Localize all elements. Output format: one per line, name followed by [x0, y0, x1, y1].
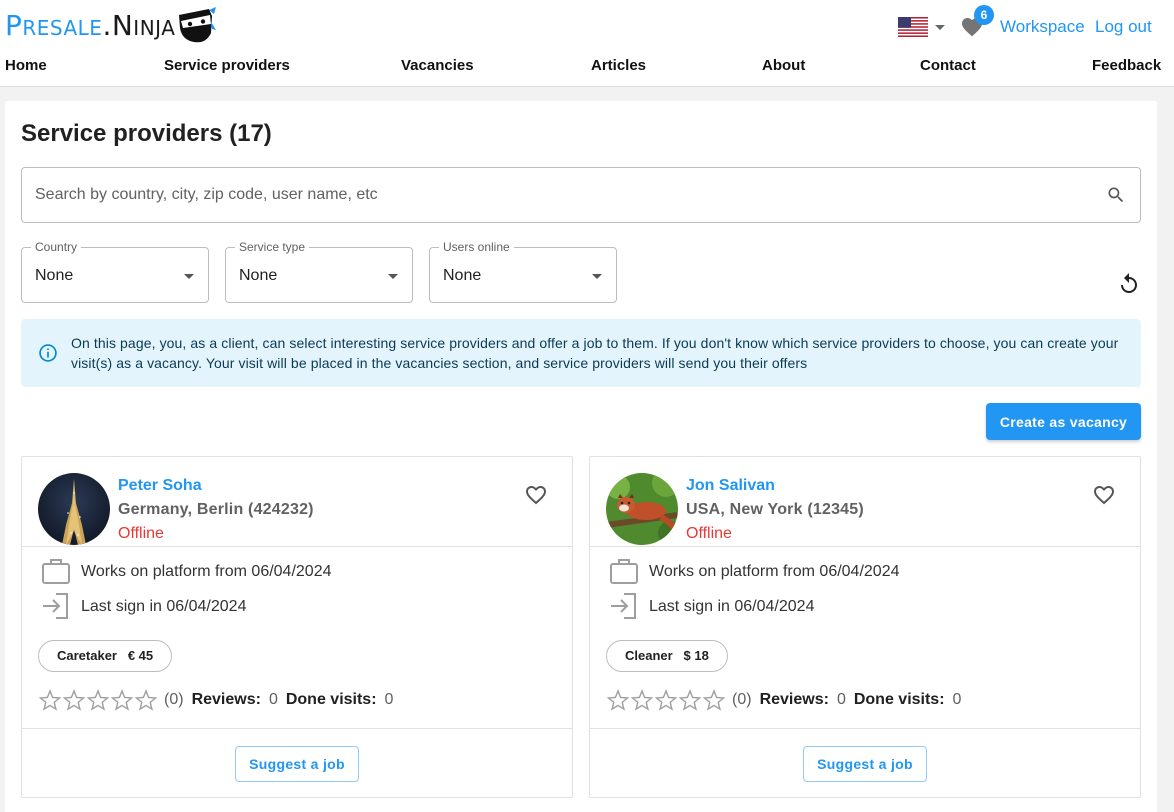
divider	[22, 546, 572, 547]
country-select-value: None	[35, 267, 74, 284]
suggest-job-button[interactable]: Suggest a job	[235, 746, 359, 782]
star-outline-icon	[678, 689, 702, 711]
star-outline-icon	[702, 689, 726, 711]
logout-link[interactable]: Log out	[1095, 17, 1152, 37]
star-outline-icon	[62, 689, 86, 711]
rating-row: (0) Reviews: 0 Done visits: 0	[38, 688, 393, 712]
last-sign-in-text: Last sign in 06/04/2024	[81, 598, 247, 615]
favorite-heart-icon[interactable]	[1092, 483, 1116, 507]
workspace-link[interactable]: Workspace	[1000, 17, 1085, 37]
country-select-label: Country	[31, 240, 82, 254]
favorite-heart-icon[interactable]	[524, 483, 548, 507]
reviews-label: Reviews:	[191, 691, 261, 708]
done-visits-count: 0	[384, 691, 394, 708]
provider-card: Jon Salivan USA, New York (12345) Offlin…	[589, 456, 1141, 798]
service-chip: Caretaker € 45	[38, 640, 173, 672]
info-text: On this page, you, as a client, can sele…	[71, 335, 1119, 371]
star-outline-icon	[630, 689, 654, 711]
ninja-mask-icon	[179, 7, 217, 43]
divider	[590, 546, 1140, 547]
users-online-select-value: None	[443, 267, 482, 284]
dropdown-arrow-icon	[388, 274, 398, 279]
nav-item-vacancies[interactable]: Vacancies	[401, 56, 474, 76]
avatar[interactable]	[606, 473, 678, 545]
create-vacancy-button[interactable]: Create as vacancy	[986, 403, 1141, 440]
provider-name-link[interactable]: Jon Salivan	[686, 476, 775, 496]
suggest-job-button[interactable]: Suggest a job	[803, 746, 927, 782]
divider	[22, 728, 572, 729]
service-type-select[interactable]: Service type None	[225, 240, 413, 303]
nav-item-articles[interactable]: Articles	[591, 56, 646, 76]
sign-in-icon	[43, 593, 68, 619]
info-icon	[39, 344, 57, 362]
provider-card: Peter Soha Germany, Berlin (424232) Offl…	[21, 456, 573, 798]
sign-in-icon	[611, 593, 636, 619]
works-since-text: Works on platform from 06/04/2024	[649, 563, 900, 580]
reviews-count: 0	[268, 691, 278, 708]
search-icon[interactable]	[1106, 185, 1126, 205]
dropdown-arrow-icon	[592, 274, 602, 279]
done-visits-count: 0	[952, 691, 962, 708]
main-nav: Home Service providers Vacancies Article…	[0, 56, 1174, 76]
nav-item-contact[interactable]: Contact	[920, 56, 976, 76]
service-type-select-label: Service type	[235, 240, 310, 254]
logo-part-1: Presale	[5, 9, 103, 42]
briefcase-icon	[610, 559, 638, 584]
nav-item-home[interactable]: Home	[5, 56, 47, 76]
briefcase-icon	[42, 559, 70, 584]
done-visits-label: Done visits:	[285, 691, 377, 708]
star-outline-icon	[606, 689, 630, 711]
done-visits-label: Done visits:	[853, 691, 945, 708]
avatar[interactable]	[38, 473, 110, 545]
dropdown-arrow-icon	[184, 274, 194, 279]
nav-item-service-providers[interactable]: Service providers	[164, 56, 290, 76]
service-chip: Cleaner $ 18	[606, 640, 728, 672]
rating-row: (0) Reviews: 0 Done visits: 0	[606, 688, 961, 712]
last-sign-in-text: Last sign in 06/04/2024	[649, 598, 815, 615]
chevron-down-icon[interactable]	[935, 25, 945, 30]
provider-location: USA, New York (12345)	[686, 501, 864, 518]
search-box	[21, 167, 1141, 223]
divider	[590, 728, 1140, 729]
logo-dot: .	[102, 9, 112, 42]
provider-status: Offline	[686, 525, 732, 542]
star-outline-icon	[654, 689, 678, 711]
nav-item-feedback[interactable]: Feedback	[1092, 56, 1161, 76]
reviews-count: 0	[836, 691, 846, 708]
provider-status: Offline	[118, 525, 164, 542]
works-since-text: Works on platform from 06/04/2024	[81, 563, 332, 580]
site-header: Presale.Ninja 6 Workspace Log out Home S…	[0, 0, 1174, 87]
favorites-count-badge: 6	[974, 5, 994, 25]
rating-count: (0)	[164, 691, 184, 708]
provider-name-link[interactable]: Peter Soha	[118, 476, 202, 496]
us-flag-icon[interactable]	[898, 17, 928, 37]
logo[interactable]: Presale.Ninja	[5, 6, 217, 46]
star-outline-icon	[86, 689, 110, 711]
main-panel: Service providers (17) Country None Serv…	[5, 101, 1157, 812]
star-outline-icon	[110, 689, 134, 711]
reset-filters-icon[interactable]	[1117, 272, 1141, 296]
search-input[interactable]	[35, 168, 1095, 222]
rating-count: (0)	[732, 691, 752, 708]
page-title: Service providers (17)	[21, 120, 272, 147]
service-type-select-value: None	[239, 267, 278, 284]
users-online-select-label: Users online	[439, 240, 514, 254]
provider-location: Germany, Berlin (424232)	[118, 501, 314, 518]
users-online-select[interactable]: Users online None	[429, 240, 617, 303]
country-select[interactable]: Country None	[21, 240, 209, 303]
star-outline-icon	[134, 689, 158, 711]
info-alert: On this page, you, as a client, can sele…	[21, 319, 1141, 387]
reviews-label: Reviews:	[759, 691, 829, 708]
star-outline-icon	[38, 689, 62, 711]
nav-item-about[interactable]: About	[762, 56, 805, 76]
logo-part-2: Ninja	[111, 9, 176, 42]
